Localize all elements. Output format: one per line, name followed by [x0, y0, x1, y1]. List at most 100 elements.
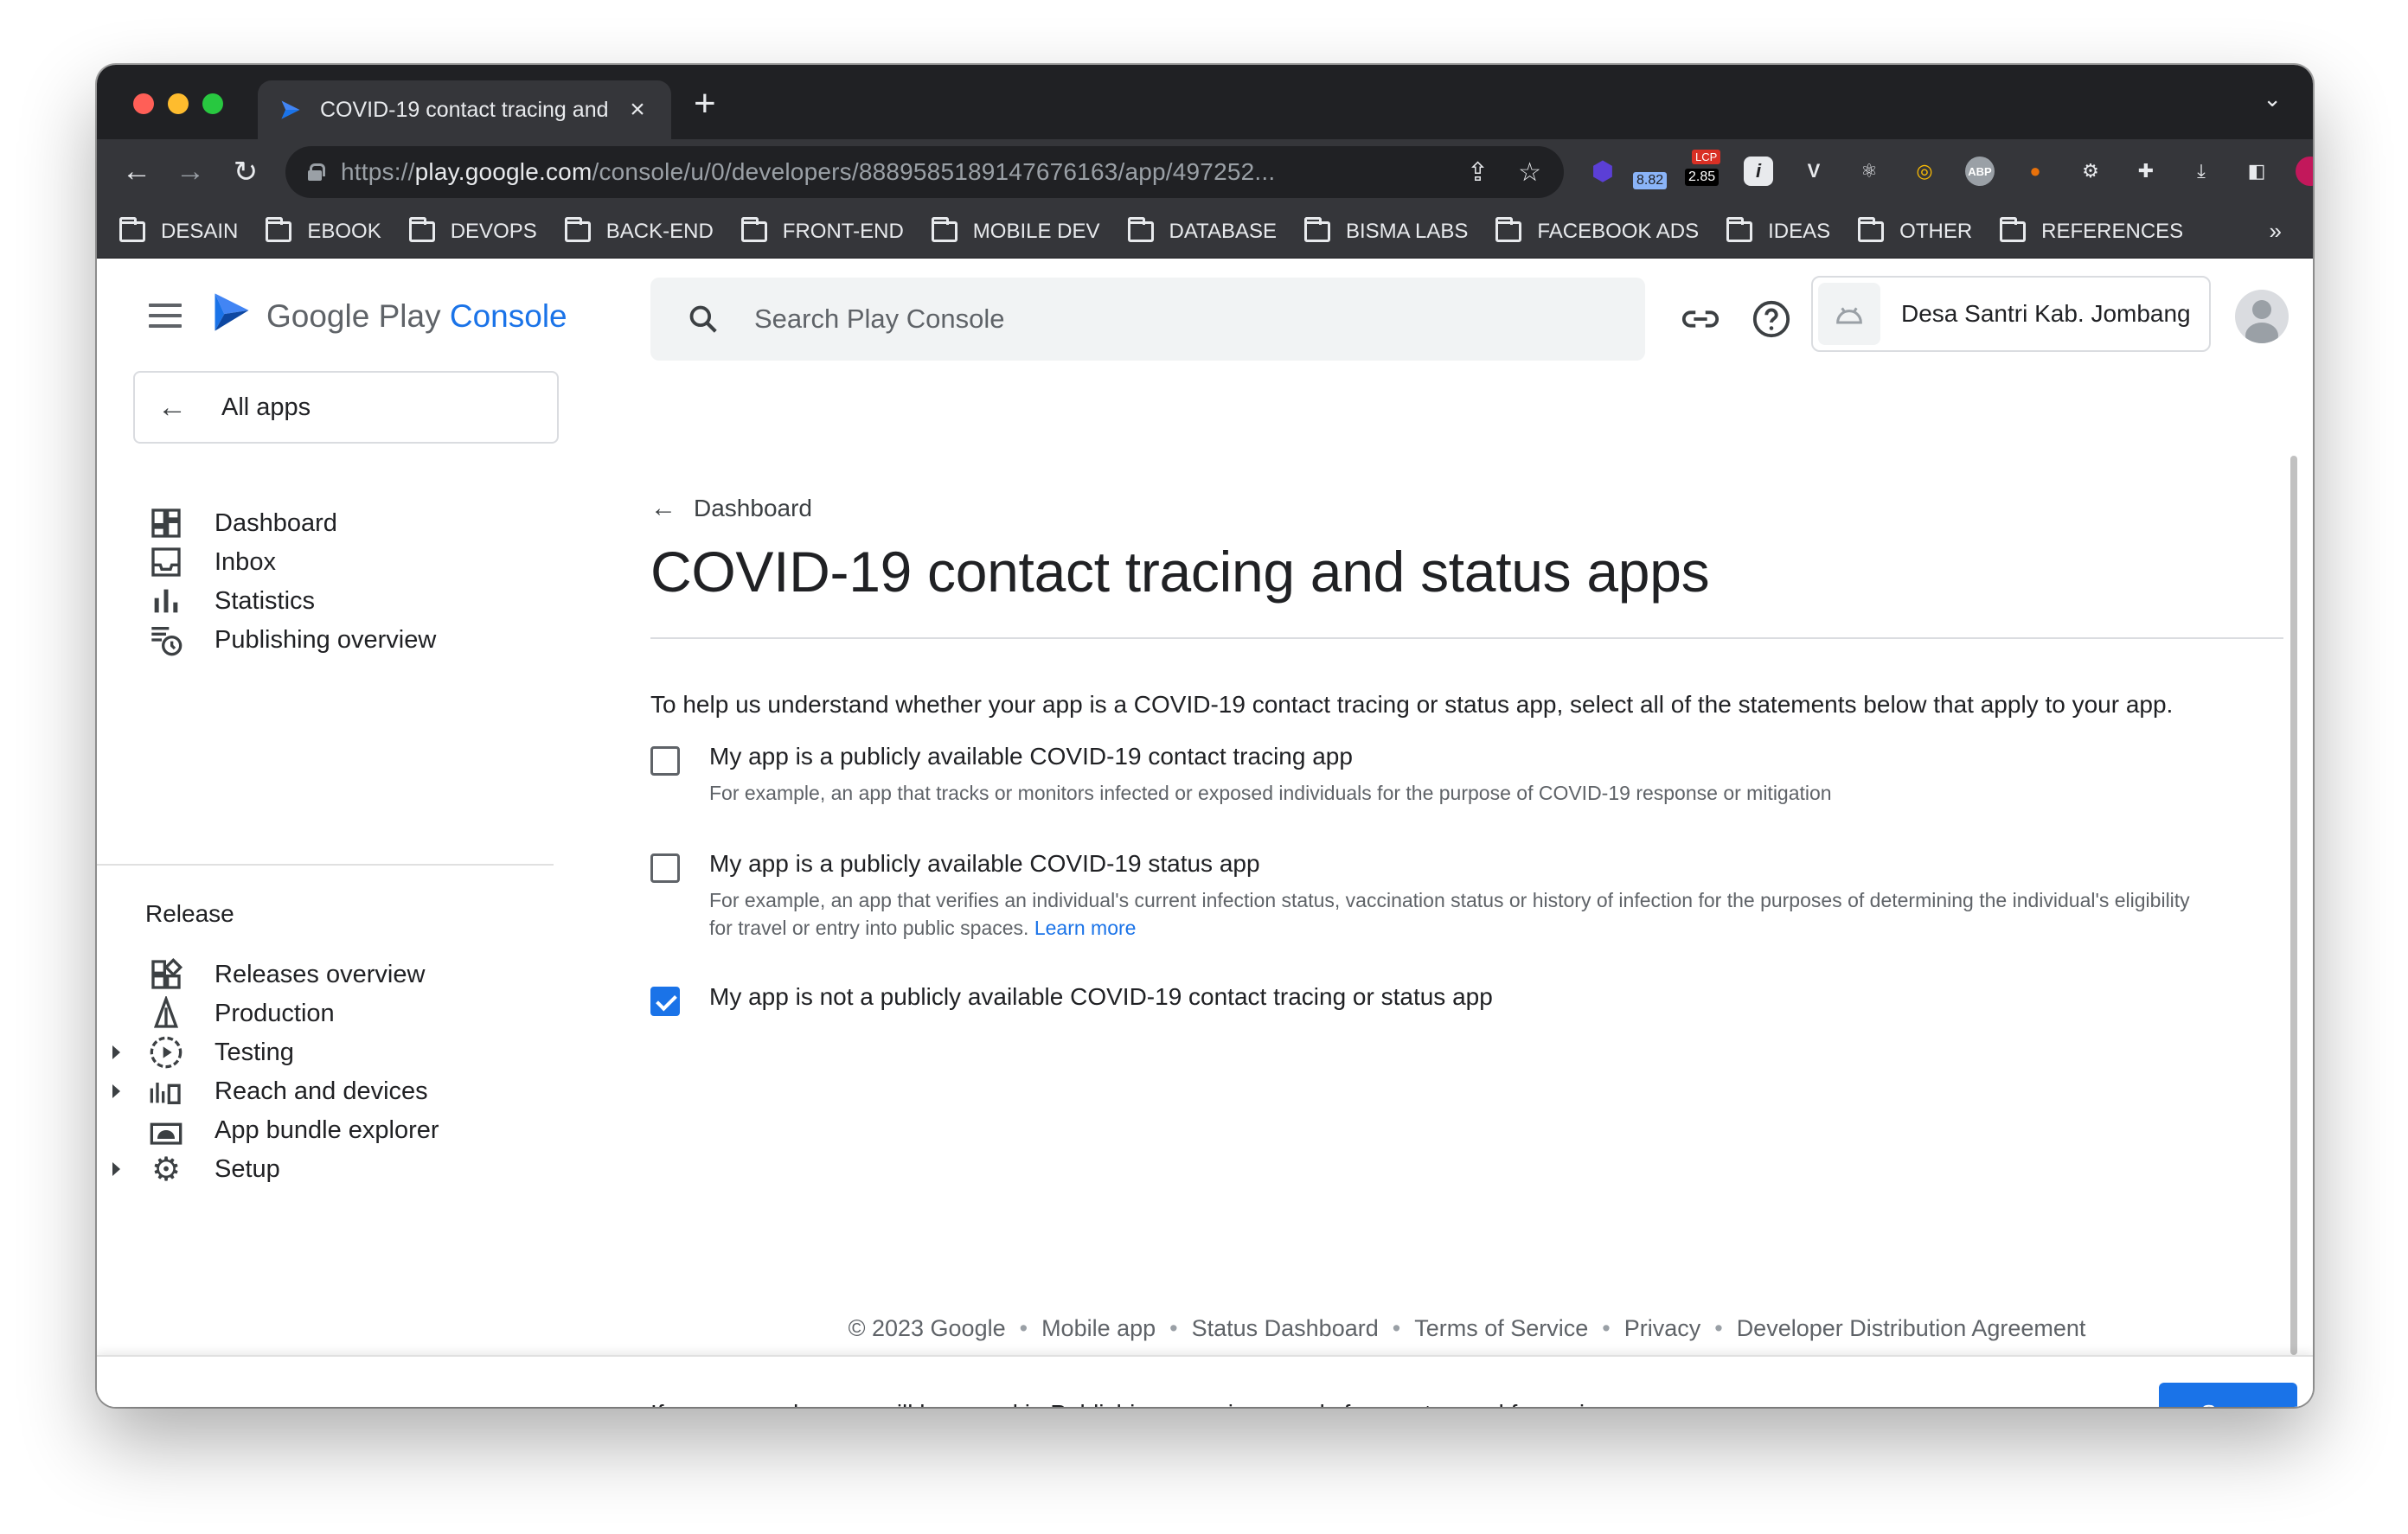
new-tab-button[interactable]: + [694, 82, 716, 125]
title-divider [650, 637, 2283, 639]
bookmark-folder[interactable]: BISMA LABS [1303, 216, 1468, 244]
bookmark-folder[interactable]: FRONT-END [740, 216, 904, 244]
bookmark-folder[interactable]: DESAIN [119, 216, 238, 244]
folder-icon [1858, 216, 1885, 242]
main-content: ← Dashboard COVID-19 contact tracing and… [650, 259, 2296, 1355]
option-not-covid-app: My app is not a publicly available COVID… [650, 983, 2207, 1026]
footer-link-terms[interactable]: Terms of Service [1414, 1315, 1588, 1342]
extension-gear-icon[interactable]: ⚙ [2076, 157, 2105, 186]
gear-icon: ⚙ [150, 1151, 182, 1188]
sidebar: Google Play Console ← All apps Dashboard… [97, 259, 567, 1355]
extension-react-icon[interactable]: ⚛ [1854, 157, 1884, 186]
play-console-favicon-icon [281, 100, 300, 119]
footer-copyright: © 2023 Google [848, 1315, 1006, 1341]
bookmark-folder[interactable]: BACK-END [564, 216, 714, 244]
schedule-list-icon [147, 621, 185, 659]
bookmark-folder[interactable]: REFERENCES [2000, 216, 2183, 244]
option-label: My app is a publicly available COVID-19 … [709, 850, 1260, 877]
bookmark-star-icon[interactable]: ☆ [1518, 157, 1541, 188]
bookmark-folder[interactable]: MOBILE DEV [931, 216, 1100, 244]
folder-icon [1303, 216, 1330, 242]
bookmark-folder[interactable]: DEVOPS [408, 216, 537, 244]
bookmark-folder[interactable]: DATABASE [1127, 216, 1277, 244]
maximize-window-button[interactable] [202, 93, 223, 114]
learn-more-link[interactable]: Learn more [1034, 917, 1137, 939]
sidebar-divider [97, 864, 554, 866]
menu-icon[interactable] [149, 304, 182, 328]
page-title: COVID-19 contact tracing and status apps [650, 540, 1710, 604]
bookmark-folder[interactable]: FACEBOOK ADS [1495, 216, 1699, 244]
folder-icon [564, 216, 591, 242]
extensions-puzzle-icon[interactable]: ✚ [2131, 157, 2161, 186]
close-tab-icon[interactable]: × [624, 95, 650, 125]
expand-caret-icon[interactable] [112, 1084, 120, 1098]
url-text: https://play.google.com/console/u/0/deve… [341, 158, 1276, 185]
browser-window: COVID-19 contact tracing and × + ⌄ ← → ↻… [97, 65, 2313, 1407]
sidebar-item-publishing-overview[interactable]: Publishing overview [97, 612, 564, 668]
profile-avatar[interactable] [2296, 157, 2313, 186]
expand-caret-icon[interactable] [112, 1045, 120, 1059]
bookmark-folder[interactable]: IDEAS [1726, 216, 1830, 244]
footer-link-dda[interactable]: Developer Distribution Agreement [1737, 1315, 2086, 1342]
extension-web-vitals-icon[interactable]: 8.82 [1633, 157, 1669, 189]
folder-icon [408, 216, 435, 242]
extension-vue-icon[interactable]: V [1799, 157, 1828, 186]
all-apps-label: All apps [221, 393, 311, 421]
bookmark-folder[interactable]: OTHER [1858, 216, 1972, 244]
reload-icon[interactable]: ↻ [228, 155, 263, 189]
folder-icon [1127, 216, 1154, 242]
checkbox-status-app[interactable] [650, 853, 680, 883]
checkbox-not-covid-app[interactable] [650, 987, 680, 1016]
folder-icon [1495, 216, 1522, 242]
discard-button[interactable]: Discard [2031, 1391, 2148, 1407]
footer-link-mobile-app[interactable]: Mobile app [1041, 1315, 1156, 1342]
brand-title: Google Play Console [266, 298, 567, 334]
footer-link-privacy[interactable]: Privacy [1624, 1315, 1701, 1342]
option-contact-tracing: My app is a publicly available COVID-19 … [650, 743, 2207, 829]
extension-lcp-value: 2.85 [1685, 169, 1720, 186]
tab-search-chevron-icon[interactable]: ⌄ [2263, 86, 2282, 112]
extension-adblock-icon[interactable]: ABP [1965, 157, 1995, 186]
folder-icon [931, 216, 957, 242]
download-icon[interactable]: ⤓ [2187, 157, 2216, 186]
save-message: If you save, changes will be saved in Pu… [650, 1400, 1621, 1407]
extension-cookie-icon[interactable]: ● [2021, 157, 2050, 186]
checkbox-contact-tracing[interactable] [650, 746, 680, 776]
footer-link-status-dashboard[interactable]: Status Dashboard [1192, 1315, 1379, 1342]
page-scrollbar[interactable] [2290, 456, 2297, 1355]
save-button[interactable]: Save [2159, 1383, 2297, 1407]
all-apps-button[interactable]: ← All apps [133, 371, 559, 444]
forward-arrow-icon[interactable]: → [173, 155, 208, 189]
extension-lcp-icon[interactable]: LCP 2.85 [1685, 150, 1721, 186]
browser-tab[interactable]: COVID-19 contact tracing and × [258, 80, 671, 139]
folder-icon [1726, 216, 1753, 242]
page-footer: © 2023 Google • Mobile app • Status Dash… [848, 1315, 2086, 1342]
back-arrow-icon[interactable]: ← [119, 155, 154, 189]
play-console-page: Google Play Console ← All apps Dashboard… [97, 259, 2313, 1407]
option-status-app: My app is a publicly available COVID-19 … [650, 850, 2207, 954]
expand-caret-icon[interactable] [112, 1162, 120, 1176]
folder-icon [2000, 216, 2027, 242]
play-console-logo-icon [215, 293, 249, 331]
option-label: My app is a publicly available COVID-19 … [709, 743, 1353, 770]
intro-text: To help us understand whether your app i… [650, 691, 2174, 718]
sidebar-item-setup[interactable]: ⚙ Setup [97, 1141, 564, 1197]
minimize-window-button[interactable] [168, 93, 189, 114]
release-section-title: Release [145, 900, 234, 927]
close-window-button[interactable] [133, 93, 154, 114]
side-panel-icon[interactable]: ◧ [2242, 157, 2271, 186]
breadcrumb[interactable]: ← Dashboard [650, 494, 812, 523]
address-bar[interactable]: https://play.google.com/console/u/0/deve… [285, 146, 1564, 198]
bookmark-folder[interactable]: EBOOK [266, 216, 381, 244]
bookmarks-bar: DESAIN EBOOK DEVOPS BACK-END FRONT-END M… [97, 205, 2313, 259]
back-arrow-icon: ← [650, 494, 676, 522]
save-bar: If you save, changes will be saved in Pu… [97, 1355, 2313, 1407]
extension-hexagon-icon[interactable]: ⬢ [1588, 157, 1617, 186]
extension-color-picker-icon[interactable]: ◎ [1910, 157, 1939, 186]
breadcrumb-dashboard-link[interactable]: Dashboard [694, 495, 812, 522]
bookmarks-overflow-button[interactable]: » [2270, 218, 2282, 245]
back-arrow-icon: ← [157, 390, 187, 424]
extension-info-icon[interactable]: i [1744, 157, 1773, 186]
lock-icon [308, 163, 325, 181]
share-icon[interactable]: ⇪ [1467, 157, 1489, 188]
